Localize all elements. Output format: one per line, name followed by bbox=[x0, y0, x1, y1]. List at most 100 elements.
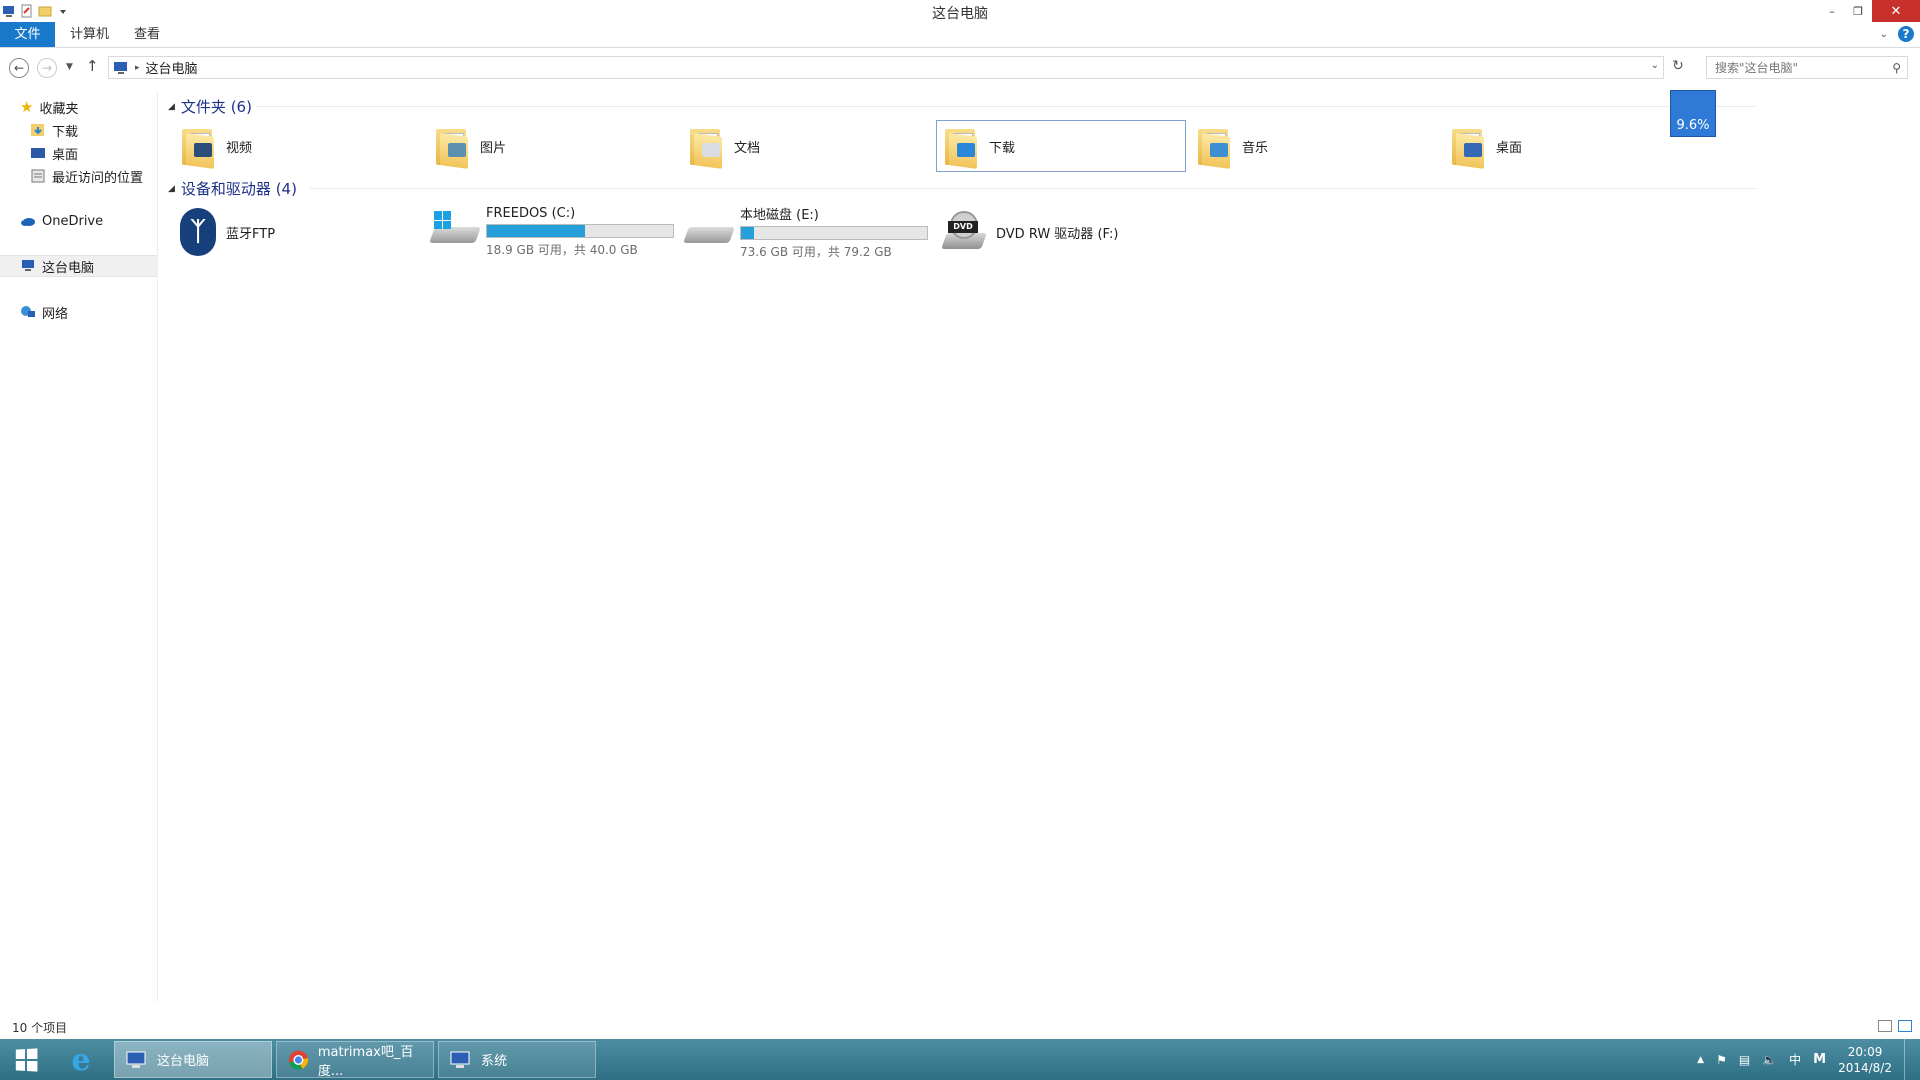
window-title: 这台电脑 bbox=[932, 6, 988, 22]
folder-music[interactable]: 音乐 bbox=[1190, 120, 1440, 172]
up-button[interactable]: ↑ bbox=[86, 57, 99, 75]
volume-icon[interactable]: 🔈 bbox=[1762, 1053, 1777, 1067]
drive-free-space: 18.9 GB 可用，共 40.0 GB bbox=[486, 243, 638, 257]
explorer-window: 这台电脑 – ❐ ✕ 文件 计算机 查看 ⌄ ? ← → ▼ ↑ ▸ 这台电脑 … bbox=[0, 0, 1920, 1039]
large-icons-view-icon[interactable] bbox=[1898, 1020, 1912, 1032]
folder-documents[interactable]: 文档 bbox=[682, 120, 932, 172]
group-title: 文件夹 (6) bbox=[180, 98, 252, 116]
folder-badge bbox=[1210, 143, 1228, 157]
folder-pictures[interactable]: 图片 bbox=[428, 120, 678, 172]
device-label: 蓝牙FTP bbox=[226, 226, 276, 242]
folder-badge bbox=[957, 143, 975, 157]
refresh-icon[interactable]: ↻ bbox=[1668, 58, 1688, 78]
restore-button[interactable]: ❐ bbox=[1844, 0, 1872, 22]
sidebar-item-desktop[interactable]: 桌面 bbox=[0, 142, 157, 164]
sidebar-item-onedrive[interactable]: OneDrive bbox=[0, 210, 157, 232]
sidebar-item-label: 下载 bbox=[52, 124, 79, 140]
group-title: 设备和驱动器 (4) bbox=[180, 180, 297, 198]
taskbar: e 这台电脑 matrimax吧_百度... 系统 ▲ ⚑ ▤ 🔈 中 M 20… bbox=[0, 1039, 1920, 1080]
drive-free-space: 73.6 GB 可用，共 79.2 GB bbox=[740, 245, 892, 259]
sidebar-item-label: 桌面 bbox=[52, 147, 79, 163]
drive-e[interactable]: 本地磁盘 (E:) 73.6 GB 可用，共 79.2 GB bbox=[683, 204, 928, 260]
taskbar-button-label: matrimax吧_百度... bbox=[317, 1044, 414, 1079]
taskbar-button-explorer[interactable]: 这台电脑 bbox=[114, 1041, 272, 1078]
help-icon[interactable]: ? bbox=[1898, 26, 1914, 42]
onedrive-cloud-icon bbox=[21, 218, 35, 226]
group-header-devices[interactable]: ◢ 设备和驱动器 (4) bbox=[168, 178, 297, 199]
sidebar-item-label: 网络 bbox=[42, 306, 69, 322]
internet-explorer-icon[interactable]: e bbox=[58, 1042, 104, 1078]
back-button[interactable]: ← bbox=[9, 58, 29, 78]
recent-places-icon bbox=[31, 169, 45, 183]
group-divider bbox=[310, 188, 1756, 189]
folder-badge bbox=[1464, 143, 1482, 157]
drive-usage-bar bbox=[740, 226, 928, 240]
folder-videos[interactable]: 视频 bbox=[174, 120, 424, 172]
minimize-button[interactable]: – bbox=[1818, 0, 1846, 22]
folder-label: 桌面 bbox=[1496, 140, 1523, 156]
collapse-icon[interactable]: ◢ bbox=[168, 184, 175, 194]
address-dropdown-icon[interactable]: ⌄ bbox=[1651, 60, 1659, 71]
taskbar-button-chrome[interactable]: matrimax吧_百度... bbox=[276, 1041, 434, 1079]
taskbar-button-label: 系统 bbox=[481, 1054, 508, 1069]
collapse-icon[interactable]: ◢ bbox=[168, 102, 175, 112]
videos-folder-icon bbox=[182, 125, 216, 169]
sidebar-item-label: 最近访问的位置 bbox=[52, 170, 144, 186]
downloads-folder-icon bbox=[31, 124, 44, 136]
folder-label: 图片 bbox=[480, 140, 507, 156]
search-input[interactable]: 搜索"这台电脑" ⚲ bbox=[1706, 56, 1908, 79]
close-button[interactable]: ✕ bbox=[1872, 0, 1920, 22]
show-hidden-icons-icon[interactable]: ▲ bbox=[1697, 1055, 1704, 1065]
folder-downloads[interactable]: 下载 bbox=[936, 120, 1186, 172]
sidebar-item-recent[interactable]: 最近访问的位置 bbox=[0, 165, 157, 187]
sidebar-item-this-pc[interactable]: 这台电脑 bbox=[0, 255, 157, 277]
sidebar-item-network[interactable]: 网络 bbox=[0, 301, 157, 323]
clock-time: 20:09 bbox=[1847, 1044, 1883, 1059]
recent-locations-dropdown-icon[interactable]: ▼ bbox=[66, 62, 73, 72]
forward-button[interactable]: → bbox=[37, 58, 57, 78]
drive-name: 本地磁盘 (E:) bbox=[740, 208, 819, 223]
tab-view[interactable]: 查看 bbox=[120, 22, 174, 47]
drive-c[interactable]: FREEDOS (C:) 18.9 GB 可用，共 40.0 GB bbox=[429, 204, 674, 260]
view-switcher bbox=[1878, 1020, 1912, 1032]
breadcrumb-separator-icon[interactable]: ▸ bbox=[135, 63, 140, 73]
navigation-bar: ← → ▼ ↑ ▸ 这台电脑 ⌄ ↻ 搜索"这台电脑" ⚲ bbox=[0, 52, 1920, 82]
star-icon: ★ bbox=[20, 98, 34, 116]
search-icon[interactable]: ⚲ bbox=[1892, 61, 1901, 75]
sidebar-item-favorites[interactable]: ★ 收藏夹 bbox=[0, 96, 157, 118]
this-pc-icon bbox=[114, 61, 127, 74]
group-divider bbox=[256, 106, 1756, 107]
clock[interactable]: 20:09 2014/8/2 bbox=[1838, 1044, 1892, 1076]
this-pc-icon bbox=[126, 1051, 146, 1068]
breadcrumb[interactable]: 这台电脑 bbox=[146, 58, 198, 77]
tab-file[interactable]: 文件 bbox=[0, 22, 55, 47]
folder-desktop[interactable]: 桌面 bbox=[1444, 120, 1694, 172]
taskbar-button-system[interactable]: 系统 bbox=[438, 1041, 596, 1078]
drive-usage-bar bbox=[486, 224, 674, 238]
details-view-icon[interactable] bbox=[1878, 1020, 1892, 1032]
folder-label: 文档 bbox=[734, 140, 761, 156]
show-desktop-button[interactable] bbox=[1904, 1039, 1910, 1080]
title-bar: 这台电脑 – ❐ ✕ bbox=[0, 0, 1920, 22]
documents-folder-icon bbox=[690, 125, 724, 169]
drive-dvd[interactable]: DVD DVD RW 驱动器 (F:) bbox=[940, 204, 1118, 260]
action-center-flag-icon[interactable]: ⚑ bbox=[1716, 1053, 1727, 1067]
ribbon-right-controls: ⌄ ? bbox=[1880, 26, 1914, 42]
address-bar[interactable]: ▸ 这台电脑 ⌄ bbox=[108, 56, 1664, 79]
ime-mode-indicator[interactable]: M bbox=[1813, 1052, 1826, 1067]
group-header-folders[interactable]: ◢ 文件夹 (6) bbox=[168, 96, 252, 117]
expand-ribbon-icon[interactable]: ⌄ bbox=[1880, 29, 1888, 40]
tab-computer[interactable]: 计算机 bbox=[56, 22, 123, 47]
dvd-label: DVD bbox=[948, 221, 978, 233]
system-icon bbox=[450, 1051, 470, 1068]
sidebar-item-label: OneDrive bbox=[42, 213, 104, 229]
ime-indicator[interactable]: 中 bbox=[1789, 1051, 1801, 1068]
folder-label: 下载 bbox=[989, 140, 1016, 156]
taskbar-button-label: 这台电脑 bbox=[157, 1054, 210, 1069]
device-bluetooth-ftp[interactable]: ᛉ 蓝牙FTP bbox=[180, 204, 275, 260]
usage-meter-widget[interactable]: 9.6% bbox=[1670, 90, 1716, 137]
network-status-icon[interactable]: ▤ bbox=[1739, 1053, 1750, 1067]
start-button[interactable] bbox=[0, 1039, 52, 1080]
folder-label: 音乐 bbox=[1242, 140, 1269, 156]
sidebar-item-downloads[interactable]: 下载 bbox=[0, 119, 157, 141]
